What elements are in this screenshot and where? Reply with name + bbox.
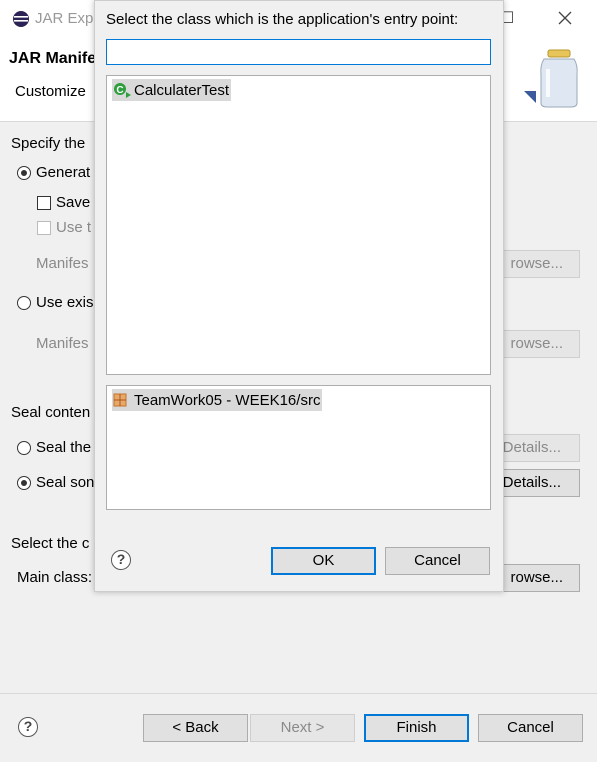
help-icon[interactable]: ?	[18, 717, 38, 737]
manifest-section-label: Specify the	[11, 135, 86, 152]
dialog-prompt: Select the class which is the applicatio…	[106, 11, 459, 28]
ok-button[interactable]: OK	[271, 547, 376, 575]
next-button: Next >	[250, 714, 355, 742]
dialog-help-icon[interactable]: ?	[111, 550, 131, 570]
save-manifest-checkbox[interactable]	[37, 196, 51, 210]
use-manifest-checkbox	[37, 221, 51, 235]
finish-button[interactable]: Finish	[364, 714, 469, 742]
class-filter-input[interactable]	[106, 39, 491, 65]
use-existing-manifest-label: Use exis	[36, 294, 94, 311]
list-item[interactable]: TeamWork05 - WEEK16/src	[112, 389, 323, 411]
use-manifest-label: Use t	[56, 219, 92, 236]
svg-text:C: C	[116, 85, 123, 96]
header-subtitle: Customize	[15, 83, 86, 100]
package-icon	[113, 393, 127, 407]
eclipse-icon	[13, 11, 29, 27]
back-button[interactable]: < Back	[143, 714, 248, 742]
window-title: JAR Expo	[35, 10, 102, 27]
generate-manifest-label: Generat	[36, 164, 91, 181]
seal-the-jar-radio[interactable]	[17, 441, 31, 455]
class-list[interactable]: C CalculaterTest	[106, 75, 491, 375]
cancel-button[interactable]: Cancel	[478, 714, 583, 742]
seal-some-packages-label: Seal son	[36, 474, 95, 491]
close-icon[interactable]	[558, 11, 572, 25]
main-class-label: Main class:	[17, 569, 93, 586]
use-existing-manifest-radio[interactable]	[17, 296, 31, 310]
generate-manifest-radio[interactable]	[17, 166, 31, 180]
main-class-section-label: Select the c	[11, 535, 90, 552]
seal-the-jar-label: Seal the	[36, 439, 92, 456]
save-manifest-label: Save	[56, 194, 91, 211]
manifest-file-label-2: Manifes	[36, 335, 89, 352]
jar-icon	[524, 49, 578, 108]
package-name: TeamWork05 - WEEK16/src	[134, 391, 321, 409]
seal-section-label: Seal conten	[11, 404, 91, 421]
dialog-cancel-button[interactable]: Cancel	[385, 547, 490, 575]
package-list[interactable]: TeamWork05 - WEEK16/src	[106, 385, 491, 510]
class-name: CalculaterTest	[134, 81, 230, 99]
footer-divider	[0, 693, 597, 694]
list-item[interactable]: C CalculaterTest	[112, 79, 232, 101]
manifest-file-label-1: Manifes	[36, 255, 89, 272]
class-icon: C	[114, 83, 131, 98]
select-main-class-dialog: Select the class which is the applicatio…	[94, 0, 504, 592]
header-title: JAR Manife	[9, 50, 97, 67]
seal-some-packages-radio[interactable]	[17, 476, 31, 490]
